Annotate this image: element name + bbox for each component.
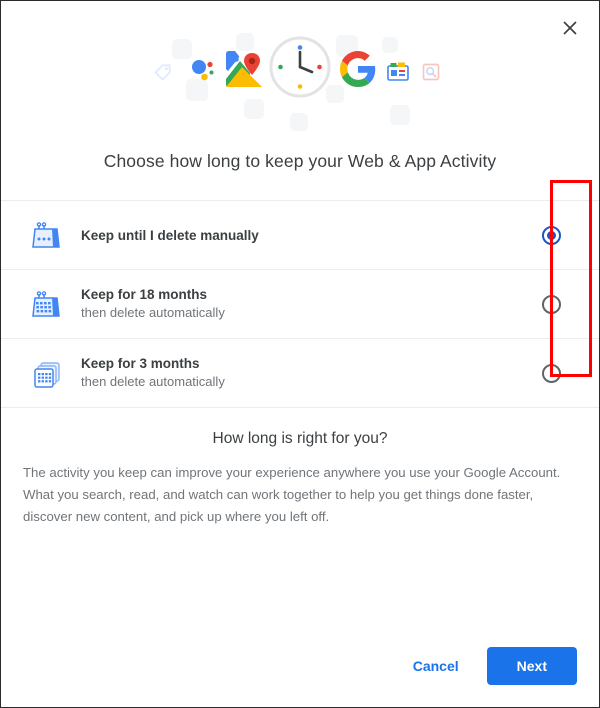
next-button[interactable]: Next bbox=[486, 647, 577, 685]
google-maps-icon: G bbox=[224, 49, 264, 89]
decorative-square bbox=[390, 105, 410, 125]
radio-keep-18-months[interactable] bbox=[541, 294, 561, 314]
option-row[interactable]: Keep until I delete manually bbox=[1, 201, 599, 270]
option-radio[interactable] bbox=[525, 225, 577, 245]
option-radio[interactable] bbox=[525, 363, 577, 383]
option-title: Keep until I delete manually bbox=[81, 227, 259, 243]
assistant-dots-icon bbox=[188, 55, 218, 85]
decorative-square bbox=[290, 113, 308, 131]
decorative-square bbox=[382, 37, 398, 53]
option-text: Keep for 3 months then delete automatica… bbox=[69, 355, 525, 391]
options-list: Keep until I delete manually Keep for 18… bbox=[1, 200, 599, 408]
google-g-icon bbox=[340, 51, 376, 87]
cancel-button[interactable]: Cancel bbox=[399, 649, 473, 683]
option-text: Keep for 18 months then delete automatic… bbox=[69, 286, 525, 322]
radio-keep-3-months[interactable] bbox=[541, 363, 561, 383]
calendar-dots-icon bbox=[23, 217, 69, 253]
hero-illustration: G bbox=[1, 27, 599, 135]
calendar-stack-icon bbox=[23, 355, 69, 391]
page-title: Choose how long to keep your Web & App A… bbox=[103, 151, 497, 171]
option-radio[interactable] bbox=[525, 294, 577, 314]
option-subtitle: then delete automatically bbox=[81, 305, 225, 320]
option-row[interactable]: Keep for 18 months then delete automatic… bbox=[1, 270, 599, 339]
option-title: Keep for 3 months bbox=[81, 356, 200, 371]
photo-search-icon bbox=[420, 61, 442, 83]
dialog-window: G Choose how long to keep your Web & App… bbox=[0, 0, 600, 708]
decorative-square bbox=[244, 99, 264, 119]
clock-icon bbox=[268, 35, 332, 99]
calendar-grid-icon bbox=[23, 286, 69, 322]
tag-icon bbox=[152, 61, 174, 83]
radio-keep-until-manual[interactable] bbox=[541, 225, 561, 245]
google-news-icon bbox=[384, 57, 412, 85]
info-body: The activity you keep can improve your e… bbox=[23, 465, 561, 524]
info-heading: How long is right for you? bbox=[212, 430, 388, 447]
option-subtitle: then delete automatically bbox=[81, 374, 225, 389]
svg-text:G: G bbox=[230, 51, 239, 65]
option-text: Keep until I delete manually bbox=[69, 227, 525, 244]
info-section: How long is right for you? The activity … bbox=[1, 408, 599, 528]
option-row[interactable]: Keep for 3 months then delete automatica… bbox=[1, 339, 599, 408]
option-title: Keep for 18 months bbox=[81, 287, 208, 302]
dialog-footer: Cancel Next bbox=[1, 625, 599, 707]
